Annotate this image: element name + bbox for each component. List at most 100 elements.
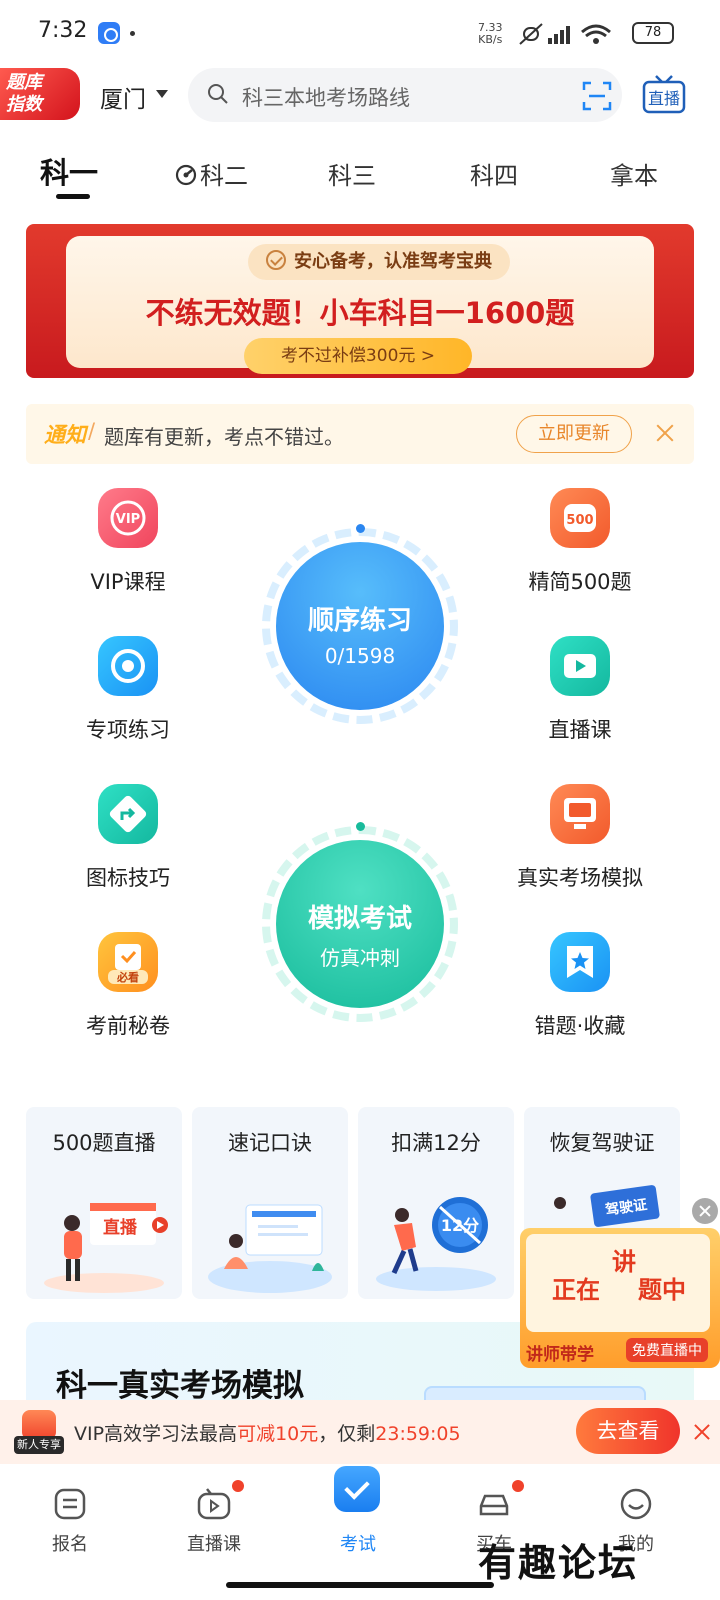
vip-text-middle: ，仅剩 — [318, 1423, 376, 1445]
tab-get-license[interactable]: 拿本 — [610, 156, 658, 191]
feature-special-practice[interactable]: 专项练习 — [28, 636, 228, 746]
feature-label: 精简500题 — [528, 570, 632, 594]
live-tv-button[interactable]: 直播 — [642, 74, 686, 114]
gift-icon: 新人专享 — [14, 1408, 64, 1456]
tab-subject-4[interactable]: 科四 — [470, 156, 518, 191]
view-offer-button[interactable]: 去查看 — [576, 1408, 680, 1454]
chevron-down-icon[interactable] — [156, 90, 168, 98]
feature-sign-tips[interactable]: 图标技巧 — [28, 784, 228, 894]
banner-tagline: 安心备考，认准驾考宝典 — [248, 244, 510, 280]
scan-icon[interactable] — [582, 81, 612, 111]
form-icon — [54, 1488, 86, 1520]
study-illustration — [208, 1204, 332, 1293]
close-icon[interactable] — [654, 422, 676, 444]
floating-promo-panel: 正在 讲 题中 — [526, 1234, 710, 1332]
tv-icon — [197, 1488, 231, 1520]
update-now-button[interactable]: 立即更新 — [516, 415, 632, 453]
vip-discount: 可减10元 — [237, 1423, 319, 1445]
vip-text-before: VIP高效学习法最高 — [74, 1423, 238, 1445]
feature-live-course[interactable]: 直播课 — [480, 636, 680, 746]
mock-exam-dot — [356, 822, 365, 831]
notice-text: 题库有更新，考点不错过。 — [104, 425, 344, 449]
500-icon: 500 — [550, 488, 610, 548]
tab-subject-1[interactable]: 科一 — [40, 150, 98, 192]
sequential-practice-progress: 0/1598 — [324, 644, 396, 668]
banner-compensation-button[interactable]: 考不过补偿300元 > — [244, 338, 472, 374]
video-icon — [550, 636, 610, 696]
feature-real-exam-sim[interactable]: 真实考场模拟 — [480, 784, 680, 894]
nav-exam[interactable]: 考试 — [298, 1466, 418, 1566]
sequential-practice-title: 顺序练习 — [307, 606, 412, 636]
mock-exam-button[interactable]: 模拟考试 仿真冲刺 — [262, 822, 458, 1022]
network-speed: 7.33 KB/s — [478, 22, 503, 46]
promo-teacher-label: 讲师带学 — [526, 1345, 594, 1365]
car-icon — [479, 1494, 509, 1516]
notification-dot — [232, 1480, 244, 1492]
star-bookmark-icon — [550, 932, 610, 992]
notification-dot — [512, 1480, 524, 1492]
notice-tag: 通知 — [44, 423, 86, 447]
feature-vip-course[interactable]: VIP VIP课程 — [28, 488, 228, 598]
banner-headline: 不练无效题！小车科目一1600题 — [145, 296, 575, 330]
search-icon — [208, 84, 228, 104]
tab-subject-3[interactable]: 科三 — [328, 156, 376, 191]
vip-countdown: 23:59:05 — [375, 1423, 461, 1445]
more-notifications-icon — [130, 31, 135, 36]
topic-card-500-live[interactable]: 500题直播 直播 — [26, 1107, 182, 1299]
feature-wrong-favorites[interactable]: 错题·收藏 — [480, 932, 680, 1042]
steering-wheel-icon — [175, 164, 197, 186]
smile-icon — [620, 1488, 652, 1520]
nav-signup[interactable]: 报名 — [10, 1486, 130, 1566]
nav-label: 考试 — [340, 1534, 376, 1555]
logo-line-1: 题库 — [6, 72, 42, 93]
question-bank-index-badge[interactable]: 题库 指数 — [0, 68, 80, 120]
must-see-badge: 必看 — [116, 970, 139, 984]
promo-text-b: 讲 — [612, 1248, 636, 1276]
mock-exam-core: 模拟考试 仿真冲刺 — [276, 840, 444, 1008]
promo-text-a: 正在 — [552, 1276, 600, 1304]
mock-exam-title: 模拟考试 — [307, 904, 412, 934]
feature-secret-paper[interactable]: 必看 考前秘卷 — [28, 932, 228, 1042]
feature-label: 专项练习 — [86, 718, 170, 742]
paper-icon: 必看 — [98, 932, 158, 992]
mute-icon — [519, 23, 543, 45]
home-indicator[interactable] — [226, 1582, 494, 1588]
feature-500-questions[interactable]: 500 精简500题 — [480, 488, 680, 598]
check-circle-icon — [266, 250, 286, 270]
progress-dot — [356, 524, 365, 533]
nav-live-course[interactable]: 直播课 — [154, 1480, 274, 1566]
close-icon[interactable] — [692, 1422, 712, 1442]
topic-title: 速记口诀 — [228, 1131, 312, 1155]
feature-label: VIP课程 — [90, 570, 166, 594]
tab-subject-2-label: 科二 — [200, 162, 248, 190]
mock-exam-subtitle: 仿真冲刺 — [320, 946, 400, 970]
topic-title: 500题直播 — [52, 1131, 156, 1155]
tab-subject-2[interactable]: 科二 — [174, 156, 248, 191]
vip-offer-bar[interactable]: 新人专享 VIP高效学习法最高可减10元，仅剩23:59:05 去查看 — [0, 1400, 720, 1464]
promo-banner[interactable]: 安心备考，认准驾考宝典 不练无效题！小车科目一1600题 考不过补偿300元 > — [26, 224, 694, 378]
promo-text-c: 题中 — [638, 1276, 686, 1304]
vip-offer-text: VIP高效学习法最高可减10元，仅剩23:59:05 — [74, 1419, 461, 1446]
logo-line-2: 指数 — [6, 94, 42, 115]
city-selector[interactable]: 厦门 — [100, 80, 146, 114]
topic-card-12-points[interactable]: 扣满12分 12分 — [358, 1107, 514, 1299]
sequential-practice-button[interactable]: 顺序练习 0/1598 — [262, 524, 458, 724]
floating-live-promo[interactable]: 正在 讲 题中 讲师带学 免费直播中 — [520, 1228, 720, 1368]
feature-label: 真实考场模拟 — [517, 866, 643, 890]
svg-text:500: 500 — [566, 513, 593, 528]
topic-card-memory-tips[interactable]: 速记口诀 — [192, 1107, 348, 1299]
nav-label: 报名 — [52, 1534, 88, 1555]
vip-icon: VIP — [98, 488, 158, 548]
battery-icon: 78 — [632, 22, 674, 44]
feature-label: 图标技巧 — [86, 866, 170, 890]
network-speed-unit: KB/s — [478, 33, 503, 46]
active-tab-indicator — [56, 194, 90, 199]
search-bar[interactable]: 科三本地考场路线 — [188, 68, 622, 122]
section-title: 科一真实考场模拟 — [56, 1368, 304, 1404]
forum-watermark: 有趣论坛 — [478, 1540, 639, 1585]
target-icon — [98, 636, 158, 696]
search-placeholder: 科三本地考场路线 — [242, 86, 410, 110]
close-icon[interactable] — [692, 1198, 718, 1224]
app-notification-icon — [98, 22, 120, 44]
banner-card: 安心备考，认准驾考宝典 不练无效题！小车科目一1600题 考不过补偿300元 > — [66, 236, 654, 374]
